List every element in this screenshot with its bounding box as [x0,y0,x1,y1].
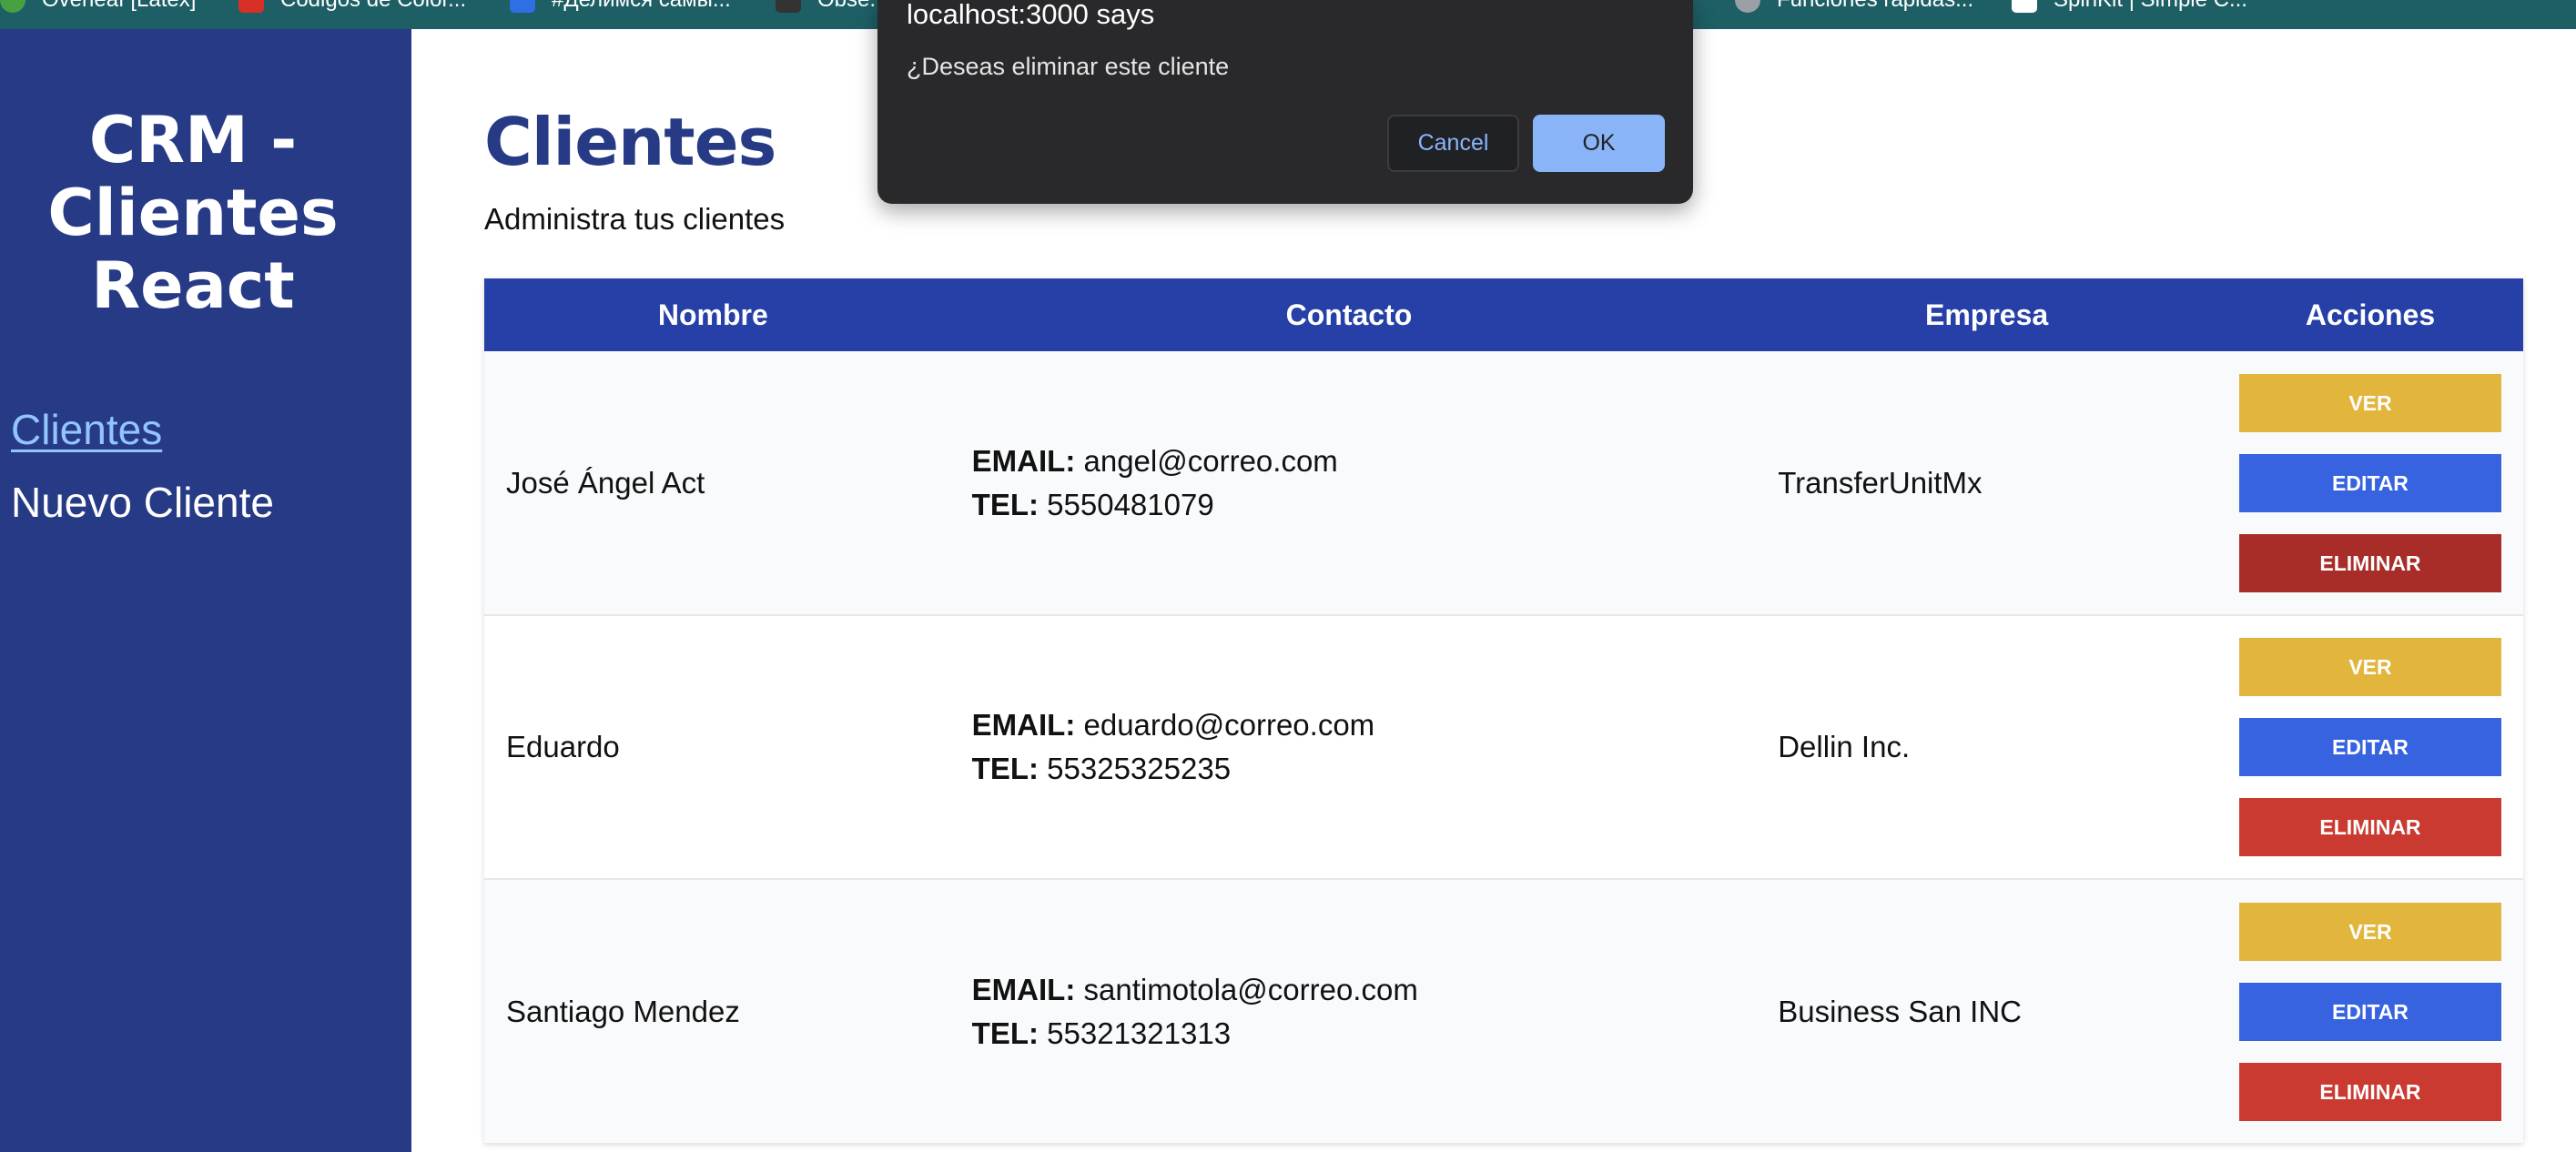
sidebar-nav: Clientes Nuevo Cliente [11,393,274,539]
dialog-ok-button[interactable]: OK [1533,115,1665,172]
page-subtitle: Administra tus clientes [484,202,786,236]
email-label: EMAIL: [971,708,1076,742]
cell-contacto: EMAIL: eduardo@correo.com TEL: 553253252… [942,615,1757,879]
tel-label: TEL: [971,487,1039,521]
cell-acciones: Ver Editar Eliminar [2217,615,2523,879]
table-row: Eduardo EMAIL: eduardo@correo.com TEL: 5… [484,615,2523,879]
dialog-message: ¿Deseas eliminar este cliente [907,53,1230,80]
obsidian-icon [776,0,801,13]
spinkit-icon [2012,0,2037,13]
functions-icon [1735,0,1760,13]
cell-acciones: Ver Editar Eliminar [2217,879,2523,1143]
tel-label: TEL: [971,1016,1039,1050]
ver-button[interactable]: Ver [2238,902,2501,961]
eliminar-button[interactable]: Eliminar [2238,798,2501,856]
sidebar: CRM - Clientes React Clientes Nuevo Clie… [0,29,411,1152]
page-title: Clientes [484,104,776,180]
bookmark-label: Funciones rápidas... [1777,0,1973,13]
table-row: Santiago Mendez EMAIL: santimotola@corre… [484,879,2523,1143]
bookmark-item[interactable]: SpinKit | Simple C... [2012,0,2247,13]
cell-empresa: TransferUnitMx [1778,465,1983,500]
eliminar-button[interactable]: Eliminar [2238,1062,2501,1121]
nav-link-nuevo-cliente[interactable]: Nuevo Cliente [11,466,274,539]
cell-contacto: EMAIL: santimotola@correo.com TEL: 55321… [942,879,1757,1143]
confirm-dialog: localhost:3000 says ¿Deseas eliminar est… [877,0,1693,204]
clients-table: Nombre Contacto Empresa Acciones José Án… [484,278,2523,1143]
cell-contacto: EMAIL: angel@correo.com TEL: 5550481079 [942,351,1757,615]
header-acciones: Acciones [2305,298,2436,331]
bookmark-item[interactable]: Códigos de Color... [238,0,466,13]
bookmark-item[interactable]: Funciones rápidas... [1735,0,1973,13]
email-value: angel@correo.com [1083,443,1338,478]
cell-nombre: Eduardo [506,730,620,763]
dialog-cancel-button[interactable]: Cancel [1387,115,1519,172]
cell-empresa: Business San INC [1778,994,2023,1028]
header-contacto: Contacto [1285,298,1413,331]
bookmark-item[interactable]: #Делимся самы... [510,0,731,13]
cell-acciones: Ver Editar Eliminar [2217,351,2523,615]
header-empresa: Empresa [1925,298,2049,331]
email-value: santimotola@correo.com [1083,972,1418,1006]
cell-empresa: Dellin Inc. [1778,730,1911,763]
eliminar-button[interactable]: Eliminar [2238,533,2501,592]
tel-value: 5550481079 [1047,487,1214,521]
cell-nombre: Santiago Mendez [506,994,740,1028]
nav-link-clientes[interactable]: Clientes [11,393,274,466]
tel-value: 55321321313 [1047,1016,1232,1050]
overleaf-icon [0,0,25,13]
tel-label: TEL: [971,752,1039,785]
ver-button[interactable]: Ver [2238,373,2501,432]
bookmark-label: Overleaf [Latex] [42,0,196,13]
email-label: EMAIL: [971,443,1076,478]
bookmark-label: SpinKit | Simple C... [2054,0,2247,13]
ver-button[interactable]: Ver [2238,638,2501,696]
bookmark-item[interactable]: Obse... [776,0,887,13]
bookmark-label: #Делимся самы... [552,0,731,13]
vk-icon [510,0,535,13]
email-value: eduardo@correo.com [1083,708,1375,742]
bookmark-label: Códigos de Color... [280,0,466,13]
editar-button[interactable]: Editar [2238,453,2501,512]
editar-button[interactable]: Editar [2238,718,2501,776]
cell-nombre: José Ángel Act [506,465,705,500]
bookmark-item[interactable]: Overleaf [Latex] [0,0,196,13]
email-label: EMAIL: [971,972,1076,1006]
dialog-title: localhost:3000 says [907,0,1155,30]
brand-title: CRM - Clientes React [47,103,339,323]
header-nombre: Nombre [657,298,768,331]
color-codes-icon [238,0,264,13]
table-row: José Ángel Act EMAIL: angel@correo.com T… [484,351,2523,615]
table-header-row: Nombre Contacto Empresa Acciones [484,278,2523,351]
editar-button[interactable]: Editar [2238,982,2501,1041]
tel-value: 55325325235 [1047,752,1232,785]
